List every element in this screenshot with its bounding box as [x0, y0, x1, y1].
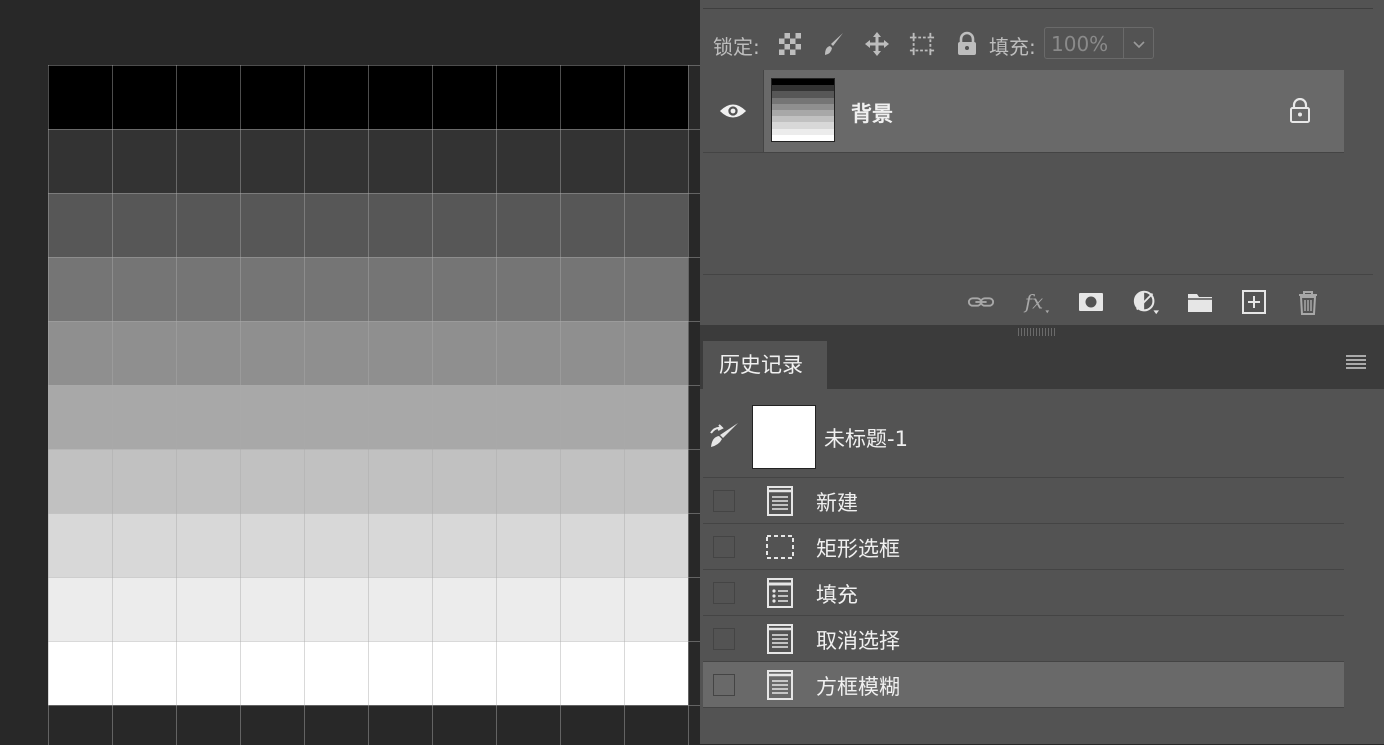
grid-line-vertical: [624, 65, 625, 745]
grid-line-horizontal: [48, 193, 700, 194]
grid-line-vertical: [368, 65, 369, 745]
grid-line-vertical: [304, 65, 305, 745]
history-tabbar: 历史记录: [700, 341, 1384, 389]
grid-line-vertical: [688, 65, 689, 745]
eye-icon: [719, 104, 747, 118]
lock-all-icon[interactable]: [954, 31, 980, 57]
grid-line-horizontal: [48, 321, 700, 322]
layer-mask-icon[interactable]: [1077, 289, 1105, 315]
folder-icon[interactable]: [1186, 289, 1214, 315]
history-scrollbar-area[interactable]: [1344, 400, 1376, 744]
visibility-toggle[interactable]: [703, 70, 764, 152]
canvas-area[interactable]: [0, 0, 700, 745]
padlock-icon: [1290, 98, 1310, 123]
fill-dropdown-button[interactable]: [1124, 27, 1154, 59]
grid-line-horizontal: [48, 705, 700, 706]
fill-opacity-input[interactable]: 100%: [1044, 27, 1124, 59]
new-layer-icon[interactable]: [1240, 289, 1268, 315]
grid-line-horizontal: [48, 65, 700, 66]
marquee-icon: [766, 535, 794, 559]
grid-line-vertical: [240, 65, 241, 745]
grid-line-vertical: [48, 65, 49, 745]
move-lock-icon[interactable]: [864, 31, 890, 57]
document-icon: [767, 486, 793, 516]
tab-history[interactable]: 历史记录: [703, 341, 827, 389]
layer-thumbnail: [771, 78, 835, 142]
grid-line-vertical: [432, 65, 433, 745]
brush-lock-icon[interactable]: [821, 31, 847, 57]
history-source-checkbox[interactable]: [713, 582, 735, 604]
document-icon: [767, 624, 793, 654]
history-brush-icon[interactable]: [709, 421, 741, 449]
grid-line-horizontal: [48, 449, 700, 450]
right-panels: 锁定: 填充: 100% 背景 fx 历史记录 未标题-1 新建 矩形选框 填充…: [700, 0, 1384, 744]
grid-line-horizontal: [48, 513, 700, 514]
panel-resize-handle[interactable]: [700, 325, 1384, 341]
history-item-label: 取消选择: [816, 629, 900, 653]
history-source-checkbox[interactable]: [713, 536, 735, 558]
history-item[interactable]: 填充: [703, 570, 1344, 616]
layers-footer-toolbar: fx: [703, 274, 1373, 325]
grid-line-horizontal: [48, 641, 700, 642]
layer-name[interactable]: 背景: [851, 98, 893, 128]
layer-row-background[interactable]: 背景: [703, 70, 1344, 153]
history-item[interactable]: 取消选择: [703, 616, 1344, 662]
grid-line-horizontal: [48, 385, 700, 386]
history-source-checkbox[interactable]: [713, 490, 735, 512]
history-item-label: 方框模糊: [816, 675, 900, 699]
grid-line-vertical: [560, 65, 561, 745]
grid-line-horizontal: [48, 577, 700, 578]
history-item-label: 新建: [816, 491, 858, 515]
fx-icon[interactable]: fx: [1023, 289, 1051, 315]
history-source-checkbox[interactable]: [713, 628, 735, 650]
panel-menu-icon[interactable]: [1346, 354, 1366, 370]
history-item-label: 矩形选框: [816, 537, 900, 561]
thumbnail-band: [772, 134, 834, 141]
history-item[interactable]: 方框模糊: [703, 662, 1344, 708]
grid-line-vertical: [176, 65, 177, 745]
history-item-label: 填充: [816, 583, 858, 607]
adjustment-layer-icon[interactable]: [1132, 289, 1160, 315]
fill-label: 填充:: [989, 35, 1036, 59]
grid-line-vertical: [496, 65, 497, 745]
lock-toolbar: 锁定: 填充: 100%: [703, 8, 1373, 69]
snapshot-thumbnail: [752, 405, 816, 469]
history-item[interactable]: 矩形选框: [703, 524, 1344, 570]
history-snapshot-row[interactable]: 未标题-1: [703, 389, 1344, 478]
snapshot-name: 未标题-1: [824, 427, 908, 451]
artboard-lock-icon[interactable]: [909, 31, 935, 57]
link-layers-icon[interactable]: [967, 289, 995, 315]
document-canvas[interactable]: [48, 65, 700, 745]
chevron-down-icon: [1133, 41, 1145, 49]
document-icon: [767, 670, 793, 700]
fill-list-icon: [767, 578, 793, 608]
grid-line-vertical: [112, 65, 113, 745]
lock-label: 锁定:: [713, 35, 760, 59]
canvas-pasteboard: [48, 706, 700, 745]
layers-list-empty-area[interactable]: [703, 153, 1373, 274]
grid-line-horizontal: [48, 129, 700, 130]
tab-history-label: 历史记录: [719, 353, 803, 377]
grid-line-horizontal: [48, 257, 700, 258]
lock-transparent-pixels-icon[interactable]: [777, 31, 803, 57]
history-item[interactable]: 新建: [703, 478, 1344, 524]
trash-icon[interactable]: [1294, 289, 1322, 315]
history-source-checkbox[interactable]: [713, 674, 735, 696]
history-panel: 历史记录 未标题-1 新建矩形选框填充取消选择方框模糊: [700, 341, 1384, 744]
layers-panel: 锁定: 填充: 100% 背景 fx: [703, 0, 1373, 325]
svg-text:fx: fx: [1023, 291, 1043, 314]
grip-icon: [1018, 328, 1056, 336]
